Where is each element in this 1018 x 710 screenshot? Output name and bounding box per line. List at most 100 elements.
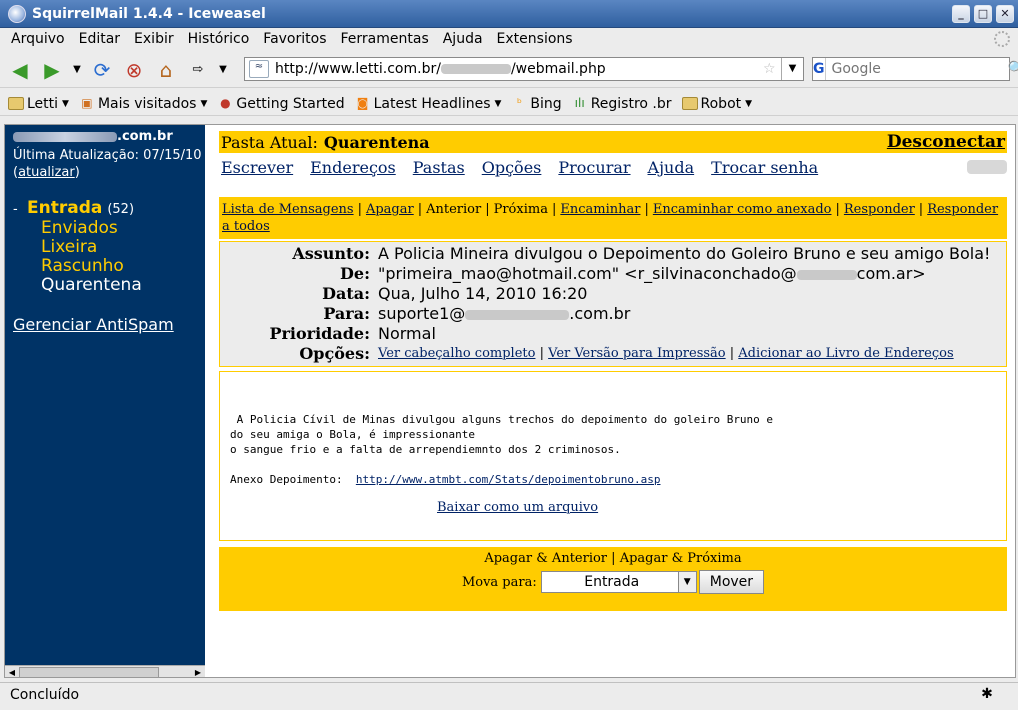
main-nav: Escrever Endereços Pastas Opções Procura… (219, 153, 1007, 181)
bookmark-bing[interactable]: ᵇ Bing (511, 96, 562, 112)
chevron-down-icon: ▼ (200, 98, 208, 109)
search-go-icon[interactable]: 🔍 (1008, 61, 1018, 77)
scroll-left-icon[interactable]: ◀ (5, 666, 19, 677)
iceweasel-app-icon (8, 4, 26, 23)
add-to-addressbook-link[interactable]: Adicionar ao Livro de Endereços (738, 346, 953, 361)
header-from: De: "primeira_mao@hotmail.com" <r_silvina… (220, 264, 1006, 284)
search-input[interactable] (825, 59, 1008, 79)
scroll-right-icon[interactable]: ▶ (191, 666, 205, 677)
from-value: "primeira_mao@hotmail.com" <r_silvinacon… (378, 264, 1006, 284)
folder-sidebar: .com.br Última Atualização: 07/15/10 (at… (5, 125, 205, 665)
status-text: Concluído (10, 686, 80, 703)
user-account: .com.br (13, 129, 173, 144)
options-value: Ver cabeçalho completo | Ver Versão para… (378, 346, 954, 361)
bookmark-star-icon[interactable]: ☆ (763, 61, 781, 77)
nav-compose[interactable]: Escrever (221, 158, 293, 177)
delete-previous-link[interactable]: Apagar & Anterior (484, 551, 607, 566)
attachment-link[interactable]: http://www.atmbt.com/Stats/depoimentobru… (356, 473, 661, 486)
last-update-label: Última Atualização: 07/15/10 (13, 148, 202, 163)
delete-next-link[interactable]: Apagar & Próxima (620, 551, 742, 566)
maximize-icon[interactable]: □ (974, 4, 992, 23)
bookmark-letti[interactable]: Letti ▼ (8, 96, 69, 112)
nav-folders[interactable]: Pastas (413, 158, 465, 177)
forward-link[interactable]: Encaminhar (560, 202, 640, 217)
nav-help[interactable]: Ajuda (648, 158, 695, 177)
bookmark-latest-headlines[interactable]: ◙ Latest Headlines ▼ (355, 96, 502, 112)
folder-quarentena[interactable]: Quarentena (41, 276, 142, 295)
attachment-label: Anexo Depoimento: (230, 473, 356, 486)
menu-exibir[interactable]: Exibir (134, 31, 174, 47)
zoom-icon[interactable]: ⇨ (184, 56, 212, 84)
message-list-link[interactable]: Lista de Mensagens (222, 202, 354, 217)
bookmark-getting-started[interactable]: ● Getting Started (217, 96, 345, 112)
search-bar[interactable]: G 🔍 (812, 57, 1018, 81)
forward-icon[interactable]: ▶ (38, 56, 66, 84)
delete-link[interactable]: Apagar (366, 202, 414, 217)
menu-ferramentas[interactable]: Ferramentas (341, 31, 429, 47)
header-date: Data: Qua, Julho 14, 2010 16:20 (220, 284, 1006, 304)
minimize-icon[interactable]: _ (952, 4, 970, 23)
folder-rascunho[interactable]: Rascunho (41, 257, 142, 276)
search-engine-icon[interactable]: G (813, 58, 826, 80)
collapse-toggle[interactable]: - (13, 200, 27, 219)
logout-link[interactable]: Desconectar (887, 132, 1005, 152)
stop-icon[interactable]: ⊗ (120, 56, 148, 84)
forward-attachment-link[interactable]: Encaminhar como anexado (653, 202, 832, 217)
view-full-header-link[interactable]: Ver cabeçalho completo (378, 346, 535, 361)
extension-bug-icon[interactable]: ✱ (978, 686, 996, 704)
menu-historico[interactable]: Histórico (188, 31, 250, 47)
folder-inbox[interactable]: - Entrada (52) (13, 199, 142, 219)
from-tld: com.ar> (856, 264, 926, 283)
next-label: Próxima (493, 202, 548, 217)
reply-link[interactable]: Responder (844, 202, 915, 217)
sidebar-scrollbar[interactable]: ◀ ▶ (5, 665, 205, 677)
nav-addresses[interactable]: Endereços (310, 158, 396, 177)
folder-lixeira[interactable]: Lixeira (41, 238, 142, 257)
antispam-link[interactable]: Gerenciar AntiSpam (13, 315, 174, 334)
bottom-actions: Apagar & Anterior | Apagar & Próxima Mov… (219, 547, 1007, 611)
menu-ajuda[interactable]: Ajuda (443, 31, 483, 47)
nav-options[interactable]: Opções (482, 158, 542, 177)
body-line: A Policia Cívil de Minas divulgou alguns… (230, 413, 774, 426)
menu-arquivo[interactable]: Arquivo (11, 31, 65, 47)
reload-icon[interactable]: ⟳ (88, 56, 116, 84)
header-subject: Assunto: A Policia Mineira divulgou o Dep… (220, 244, 1006, 264)
redacted-domain (796, 269, 857, 280)
url-bar[interactable]: ≈ http://www.letti.com.br/ /webmail.php ☆… (244, 57, 804, 81)
printable-version-link[interactable]: Ver Versão para Impressão (548, 346, 726, 361)
navigation-toolbar: ◀ ▶ ▼ ⟳ ⊗ ⌂ ⇨ ▼ ≈ http://www.letti.com.b… (0, 52, 1018, 88)
move-folder-select[interactable]: Entrada ▼ (540, 571, 697, 593)
current-folder-name: Quarentena (323, 132, 430, 152)
menu-favoritos[interactable]: Favoritos (263, 31, 326, 47)
rss-icon: ◙ (356, 96, 369, 110)
bookmark-robot[interactable]: Robot ▼ (681, 96, 752, 112)
chevron-down-icon[interactable]: ▼ (677, 572, 696, 592)
header-to: Para: suporte1@ .com.br (220, 304, 1006, 324)
bing-icon: ᵇ (516, 96, 522, 110)
subject-label: Assunto: (292, 244, 370, 263)
priority-label: Prioridade: (269, 324, 370, 343)
history-dropdown-icon[interactable]: ▼ (70, 64, 84, 75)
unread-count: (52) (107, 202, 135, 217)
home-icon[interactable]: ⌂ (152, 56, 180, 84)
to-tld: .com.br (569, 304, 631, 323)
nav-change-password[interactable]: Trocar senha (711, 158, 818, 177)
zoom-dropdown-icon[interactable]: ▼ (216, 64, 230, 75)
refresh-link[interactable]: atualizar (18, 165, 75, 180)
refresh-paren-close: ) (74, 165, 80, 180)
bookmark-mais-visitados[interactable]: ▣ Mais visitados ▼ (79, 96, 207, 112)
url-text[interactable]: http://www.letti.com.br/ /webmail.php (275, 61, 763, 77)
back-icon[interactable]: ◀ (6, 56, 34, 84)
nav-search[interactable]: Procurar (558, 158, 630, 177)
move-button[interactable]: Mover (698, 570, 765, 594)
menu-editar[interactable]: Editar (79, 31, 120, 47)
folder-icon (8, 97, 24, 110)
folder-inbox-label[interactable]: Entrada (27, 199, 102, 218)
download-as-file-link[interactable]: Baixar como um arquivo (437, 500, 598, 515)
folder-enviados[interactable]: Enviados (41, 219, 142, 238)
scroll-thumb[interactable] (19, 667, 159, 677)
bookmark-registro-br[interactable]: ılı Registro .br (572, 96, 672, 112)
close-icon[interactable]: ✕ (996, 4, 1014, 23)
url-dropdown-icon[interactable]: ▼ (781, 58, 803, 80)
menu-extensions[interactable]: Extensions (497, 31, 573, 47)
